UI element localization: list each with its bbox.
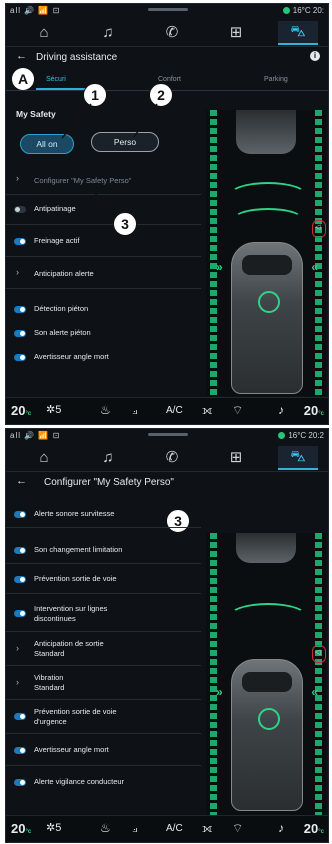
safety-badge-icon [258,708,280,730]
passenger-temp[interactable]: 20°c [304,821,324,836]
distance-arc [228,603,308,631]
car-icon[interactable]: ⛍ [278,446,318,470]
ac-button[interactable]: A/C [166,823,183,834]
left-lane-marker [210,110,217,396]
right-lane-marker [315,110,322,396]
list-item-alerte-vigilance[interactable]: Alerte vigilance conducteur [6,771,201,797]
toggle-switch[interactable] [14,511,26,518]
lane-keep-right-icon: » [216,260,223,274]
sound-sensor-icon [312,220,326,238]
lane-keep-left-icon: « [311,685,318,699]
chevron-right-icon: › [16,643,19,653]
defrost-icon[interactable]: ⌔ [232,821,243,836]
back-arrow-icon[interactable]: ← [16,475,27,487]
climate-bar: 20°c ✲5 ♨ ⟓ A/C ⟗ ⌔ ♪ 20°c [6,815,328,842]
list-item-anticipation-sortie[interactable]: › Anticipation de sortie Standard [6,637,201,666]
page-title: Configurer "My Safety Perso" [44,477,174,488]
list-item-prevention-sortie-voie[interactable]: Prévention sortie de voie [6,571,201,594]
list-item-prevention-urgence[interactable]: Prévention sortie de voie d'urgence [6,705,201,734]
toggle-switch[interactable] [14,779,26,786]
front-car [236,110,296,154]
right-lane-marker [315,533,322,815]
seat-heat-icon[interactable]: ♨ [100,403,111,417]
clock: 20:2 [308,431,324,440]
passenger-seat-icon[interactable]: ♪ [278,403,284,417]
airflow-icon[interactable]: ⟗ [202,821,213,836]
list-item-son-changement-limitation[interactable]: Son changement limitation [6,543,201,564]
list-item-intervention-lignes[interactable]: Intervention sur lignes discontinues [6,601,201,632]
ac-button[interactable]: A/C [166,405,183,416]
apps-icon[interactable]: ⊞ [216,446,256,468]
home-icon[interactable]: ⌂ [24,446,64,468]
toggle-switch[interactable] [14,547,26,554]
toggle-switch[interactable] [14,610,26,617]
chevron-right-icon: › [16,677,19,687]
configurer-my-safety-perso-screen: all 🔊 📶 ⊡ 16°C 20:2 ⌂ ♫ ✆ ⊞ ⛍ ← Configur… [5,428,329,843]
own-car [231,659,303,811]
driver-temp[interactable]: 20°c [11,821,31,836]
defrost-icon[interactable]: ⌔ [232,403,243,418]
driving-assistance-screen: all 🔊 📶 ⊡ 16°C 20: ⌂ ♫ ✆ ⊞ ⛍ ← Driving a… [5,3,329,425]
car-visualization: » « [206,110,326,396]
seat-icon[interactable]: ⟓ [132,403,138,418]
top-navbar: ⌂ ♫ ✆ ⊞ ⛍ [6,443,328,472]
lane-keep-left-icon: « [311,260,318,274]
status-bar: all 🔊 📶 ⊡ 16°C 20:2 [6,429,328,443]
left-lane-marker [210,533,217,815]
distance-arc [228,182,308,210]
list-item-vibration[interactable]: › Vibration Standard [6,671,201,700]
toggle-switch[interactable] [14,713,26,720]
phone-icon[interactable]: ✆ [152,446,192,468]
music-icon[interactable]: ♫ [88,446,128,468]
list-item-alerte-sonore-survitesse[interactable]: Alerte sonore survitesse [6,507,201,528]
car-visualization: » « [206,533,326,815]
seat-heat-icon[interactable]: ♨ [100,821,111,835]
distance-arc [232,208,304,232]
page-header: ← Configurer "My Safety Perso" [6,475,328,493]
sound-sensor-icon [312,645,326,663]
passenger-seat-icon[interactable]: ♪ [278,821,284,835]
toggle-switch[interactable] [14,576,26,583]
list-item-avertisseur-angle-mort[interactable]: Avertisseur angle mort [6,739,201,766]
status-dot-icon [278,432,286,439]
outside-temp: 16°C [288,431,307,440]
fan-speed[interactable]: ✲5 [46,821,61,834]
fan-speed[interactable]: ✲5 [46,403,61,416]
safety-badge-icon [258,291,280,313]
own-car [231,242,303,394]
pull-down-handle[interactable] [148,433,188,436]
climate-bar: 20°c ✲5 ♨ ⟓ A/C ⟗ ⌔ ♪ 20°c [6,397,328,424]
toggle-switch[interactable] [14,747,26,754]
signal-icons: all 🔊 📶 ⊡ [10,431,61,440]
front-car [236,533,296,563]
airflow-icon[interactable]: ⟗ [202,403,213,418]
seat-icon[interactable]: ⟓ [132,821,138,836]
lane-keep-right-icon: » [216,685,223,699]
passenger-temp[interactable]: 20°c [304,403,324,418]
driver-temp[interactable]: 20°c [11,403,31,418]
